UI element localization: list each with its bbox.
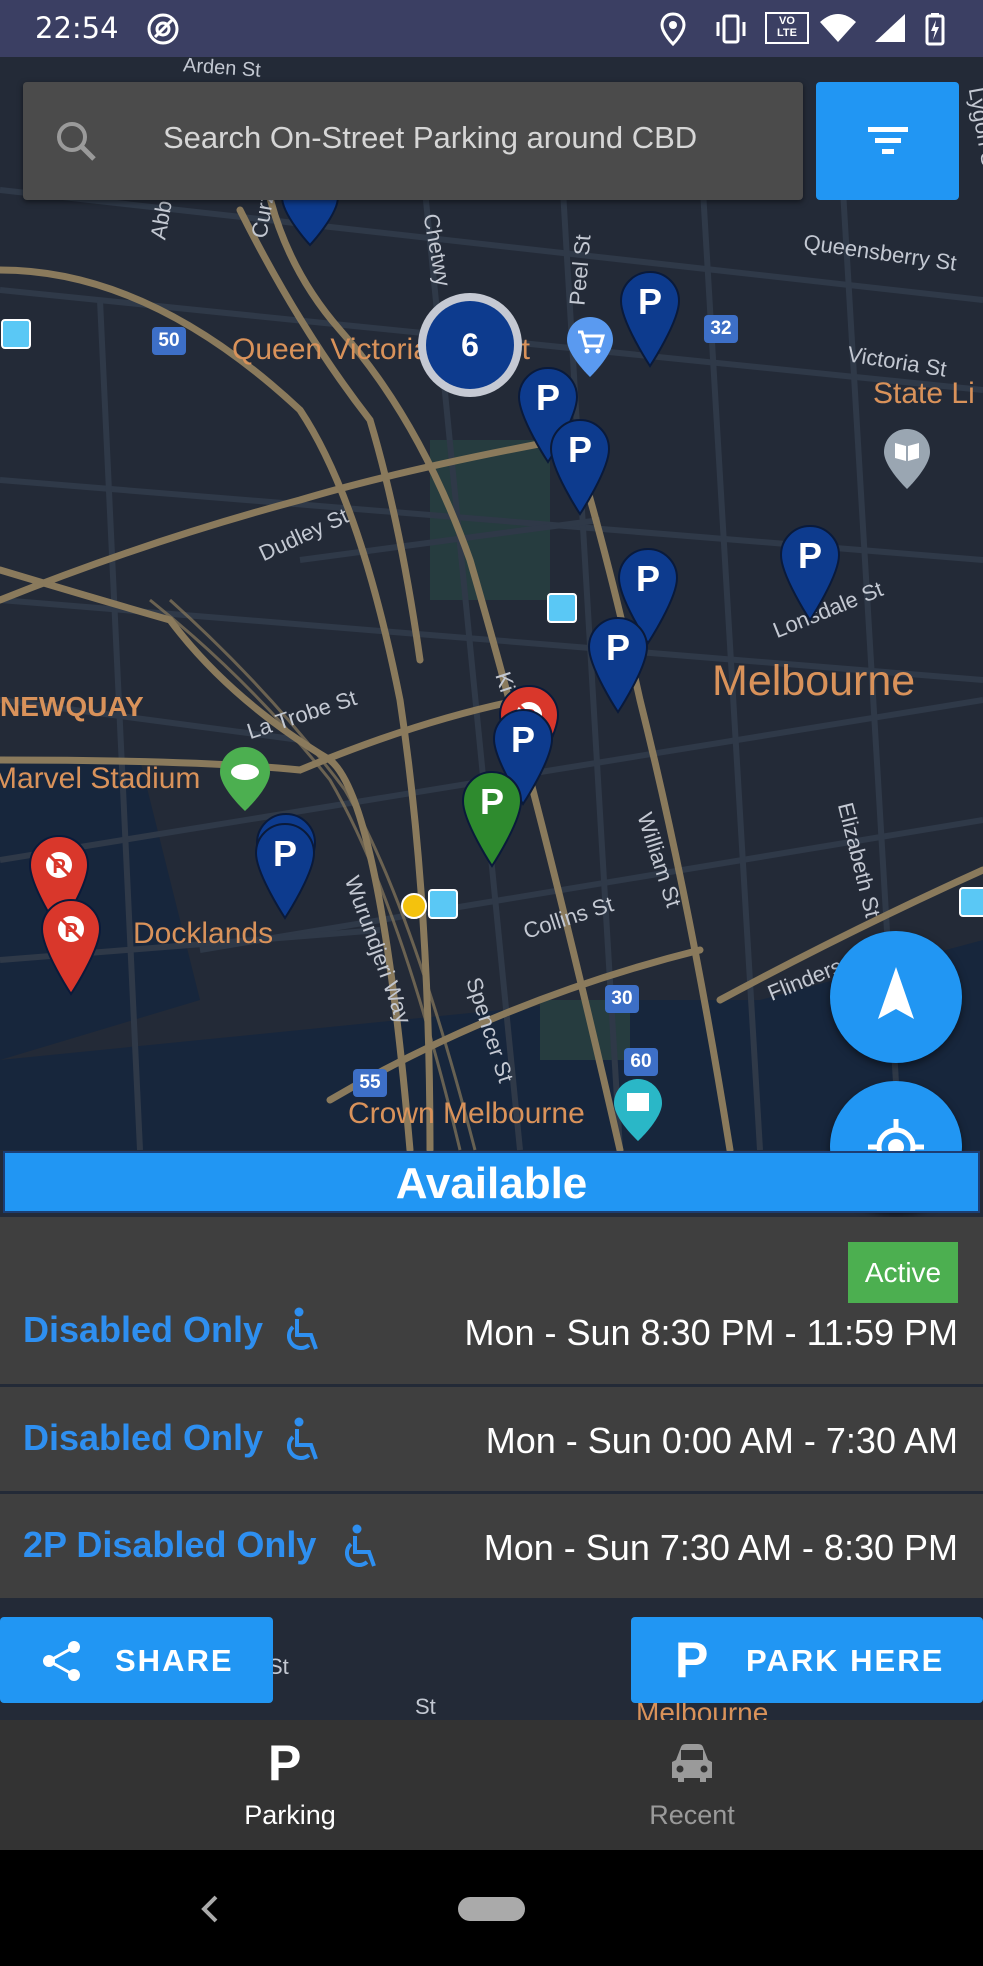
parking-cluster-marker[interactable]: 6 [418, 293, 522, 397]
train-station-icon [959, 887, 983, 917]
tram-stop-icon [401, 893, 427, 919]
parking-pin[interactable]: P [779, 524, 841, 624]
map-label-crown-melbourne: Crown Melbourne [348, 1097, 585, 1130]
schedule-panel: Active Disabled Only Mon - Sun 8:30 PM -… [0, 1217, 983, 1600]
status-time: 22:54 [35, 11, 119, 45]
stadium-icon[interactable] [218, 745, 272, 813]
schedule-row: Active Disabled Only Mon - Sun 8:30 PM -… [0, 1217, 983, 1384]
restriction-label: Disabled Only [23, 1309, 264, 1350]
pin-letter: P [798, 535, 822, 576]
pin-letter: P [536, 377, 560, 418]
parking-pin[interactable]: P [549, 418, 611, 518]
pin-letter: P [273, 833, 297, 874]
location-icon [660, 12, 686, 46]
navigation-arrow-icon [878, 967, 914, 1019]
filter-button[interactable] [816, 82, 959, 200]
my-location-button-overlay[interactable] [830, 1081, 962, 1213]
system-navigation-bar [0, 1850, 983, 1966]
train-station-icon [428, 889, 458, 919]
wifi-icon [820, 14, 856, 42]
restriction-time: Mon - Sun 8:30 PM - 11:59 PM [464, 1312, 958, 1353]
park-here-label: PARK HERE [746, 1643, 945, 1678]
home-pill[interactable] [458, 1897, 525, 1921]
pin-letter: P [606, 627, 630, 668]
bottom-navigation [0, 1720, 983, 1850]
map-label-melbourne: Melbourne [712, 657, 916, 705]
restriction-time: Mon - Sun 0:00 AM - 7:30 AM [485, 1420, 958, 1461]
wheelchair-icon [286, 1307, 318, 1351]
map-label-newquay: NEWQUAY [0, 691, 144, 722]
train-station-icon [547, 593, 577, 623]
library-book-icon[interactable] [882, 427, 932, 491]
at-sign-icon [147, 13, 179, 45]
restriction-label: 2P Disabled Only [23, 1524, 317, 1565]
wheelchair-icon [344, 1524, 376, 1568]
no-parking-pin[interactable]: P [40, 898, 102, 998]
train-station-icon [1, 319, 31, 349]
route-shield-60: 60 [624, 1048, 658, 1076]
parking-pin[interactable]: P [587, 616, 649, 716]
share-label: SHARE [115, 1643, 234, 1678]
filter-icon [868, 127, 908, 154]
search-icon [57, 122, 96, 161]
nav-label-recent: Recent [649, 1800, 735, 1830]
casino-icon[interactable] [612, 1077, 664, 1143]
parking-pin[interactable]: P [461, 770, 523, 870]
battery-charging-icon [925, 13, 945, 46]
pin-letter: P [636, 558, 660, 599]
cluster-count: 6 [426, 301, 514, 389]
back-icon[interactable] [198, 1894, 222, 1924]
map-label-st-bottom: St [415, 1694, 436, 1719]
vibrate-icon [716, 14, 746, 44]
parking-pin[interactable]: P [254, 822, 316, 922]
share-icon [43, 1641, 80, 1681]
parking-pin[interactable]: P [619, 270, 681, 370]
schedule-row: 2P Disabled Only Mon - Sun 7:30 AM - 8:3… [0, 1494, 983, 1598]
navigate-button[interactable] [830, 931, 962, 1063]
map-label-marvel-stadium: Marvel Stadium [0, 762, 201, 795]
search-bar[interactable]: Search On-Street Parking around CBD [23, 82, 803, 200]
restriction-time: Mon - Sun 7:30 AM - 8:30 PM [483, 1527, 958, 1568]
share-button[interactable]: SHARE [0, 1617, 273, 1703]
route-shield-50: 50 [152, 327, 186, 355]
pin-letter: P [638, 281, 662, 322]
pin-letter: P [511, 719, 535, 760]
map-label-docklands: Docklands [133, 917, 274, 950]
parking-pin[interactable] [280, 197, 340, 247]
nav-label-parking: Parking [244, 1800, 336, 1830]
search-input[interactable]: Search On-Street Parking around CBD [163, 120, 697, 156]
route-shield-55: 55 [353, 1069, 387, 1097]
pin-letter: P [480, 781, 504, 822]
route-shield-30: 30 [605, 985, 639, 1013]
wheelchair-icon [286, 1417, 318, 1461]
restriction-label: Disabled Only [23, 1417, 264, 1458]
map-label-state-library: State Li [873, 377, 975, 410]
nav-item-parking[interactable]: P Parking [150, 1720, 430, 1850]
route-shield-32: 32 [704, 315, 738, 343]
active-badge: Active [848, 1242, 958, 1303]
nav-item-recent[interactable]: Recent [552, 1720, 832, 1850]
pin-letter: P [568, 429, 592, 470]
status-bar: 22:54 VO LTE [0, 0, 983, 57]
parking-icon: P [675, 1632, 709, 1688]
schedule-row: Disabled Only Mon - Sun 0:00 AM - 7:30 A… [0, 1387, 983, 1491]
car-icon [672, 1744, 712, 1782]
parking-icon: P [268, 1735, 302, 1791]
signal-icon [875, 14, 905, 42]
park-here-button[interactable]: P PARK HERE [631, 1617, 983, 1703]
volte-icon: VO LTE [765, 12, 809, 44]
